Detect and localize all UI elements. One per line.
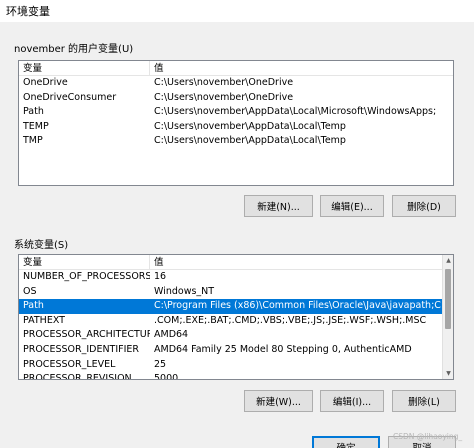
table-row[interactable]: PROCESSOR_LEVEL 25 <box>19 358 442 373</box>
variable-name: Path <box>23 300 44 312</box>
system-new-button[interactable]: 新建(W)... <box>244 390 313 412</box>
table-row[interactable]: PROCESSOR_ARCHITECTURE AMD64 <box>19 328 442 343</box>
column-header-variable[interactable]: 变量 <box>19 255 150 270</box>
variable-name: OneDrive <box>23 77 68 88</box>
variable-value: AMD64 Family 25 Model 80 Stepping 0, Aut… <box>154 343 412 355</box>
variable-value: C:\Users\november\AppData\Local\Microsof… <box>154 106 437 118</box>
scroll-thumb[interactable] <box>445 269 451 329</box>
variable-value: C:\Users\november\OneDrive <box>154 77 294 88</box>
variable-name: PROCESSOR_IDENTIFIER <box>23 343 140 355</box>
user-edit-button[interactable]: 编辑(E)... <box>320 195 384 217</box>
variable-value: C:\Users\november\AppData\Local\Temp <box>154 135 346 147</box>
table-row[interactable]: PATHEXT .COM;.EXE;.BAT;.CMD;.VBS;.VBE;.JS… <box>19 314 442 329</box>
variable-name: OneDriveConsumer <box>23 91 117 103</box>
scroll-down-icon[interactable]: ▼ <box>443 368 453 379</box>
system-edit-button[interactable]: 编辑(I)... <box>320 390 384 412</box>
variable-name: Path <box>23 106 44 118</box>
column-header-value[interactable]: 值 <box>150 255 442 270</box>
user-delete-button[interactable]: 删除(D) <box>392 195 456 217</box>
window-title: 环境变量 <box>6 5 50 18</box>
system-delete-button[interactable]: 删除(L) <box>392 390 456 412</box>
variable-value: C:\Users\november\OneDrive <box>154 91 294 103</box>
variable-value: C:\Users\november\AppData\Local\Temp <box>154 120 346 132</box>
title-bar: 环境变量 <box>0 0 474 22</box>
table-row[interactable]: PROCESSOR_IDENTIFIER AMD64 Family 25 Mode… <box>19 343 442 358</box>
table-row[interactable]: TEMP C:\Users\november\AppData\Local\Temp <box>19 120 453 135</box>
variable-name: PROCESSOR_ARCHITECTURE <box>23 329 150 341</box>
watermark: CSDN @lihaoying_ <box>393 432 463 441</box>
ok-button[interactable]: 确定 <box>312 436 380 448</box>
table-row[interactable]: Path C:\Users\november\AppData\Local\Micr… <box>19 105 453 120</box>
variable-name: TEMP <box>23 120 49 132</box>
variable-name: TMP <box>23 135 43 147</box>
variable-value: Windows_NT <box>154 285 215 297</box>
user-new-button[interactable]: 新建(N)... <box>244 195 313 217</box>
variable-value: AMD64 <box>154 329 189 341</box>
variable-value: 5000 <box>154 373 179 380</box>
table-row[interactable]: PROCESSOR_REVISION 5000 <box>19 372 442 380</box>
variable-value: 16 <box>154 271 167 282</box>
table-row[interactable]: Path C:\Program Files (x86)\Common Files\… <box>19 299 442 314</box>
variable-name: OS <box>23 285 37 297</box>
table-row[interactable]: TMP C:\Users\november\AppData\Local\Temp <box>19 134 453 149</box>
table-row[interactable]: NUMBER_OF_PROCESSORS 16 <box>19 270 442 285</box>
system-vars-list[interactable]: 变量 值 NUMBER_OF_PROCESSORS 16 OS Windows_NT P… <box>18 254 454 380</box>
variable-name: NUMBER_OF_PROCESSORS <box>23 271 150 282</box>
system-vars-scrollbar[interactable]: ▲ ▼ <box>442 255 453 379</box>
list-header: 变量 值 <box>19 255 442 270</box>
variable-value: C:\Program Files (x86)\Common Files\Orac… <box>154 300 442 312</box>
variable-name: PROCESSOR_LEVEL <box>23 358 116 370</box>
system-vars-label: 系统变量(S) <box>14 240 69 251</box>
variable-value: .COM;.EXE;.BAT;.CMD;.VBS;.VBE;.JS;.JSE;.… <box>154 314 427 326</box>
user-vars-list[interactable]: 变量 值 OneDrive C:\Users\november\OneDrive O… <box>18 60 454 186</box>
variable-name: PROCESSOR_REVISION <box>23 373 132 380</box>
list-header: 变量 值 <box>19 61 453 76</box>
variable-name: PATHEXT <box>23 314 65 326</box>
table-row[interactable]: OneDrive C:\Users\november\OneDrive <box>19 76 453 91</box>
scroll-up-icon[interactable]: ▲ <box>443 255 453 266</box>
variable-value: 25 <box>154 358 167 370</box>
user-vars-label: november 的用户变量(U) <box>14 44 134 55</box>
column-header-value[interactable]: 值 <box>150 61 453 76</box>
column-header-variable[interactable]: 变量 <box>19 61 150 76</box>
table-row[interactable]: OS Windows_NT <box>19 285 442 300</box>
table-row[interactable]: OneDriveConsumer C:\Users\november\OneDri… <box>19 91 453 106</box>
